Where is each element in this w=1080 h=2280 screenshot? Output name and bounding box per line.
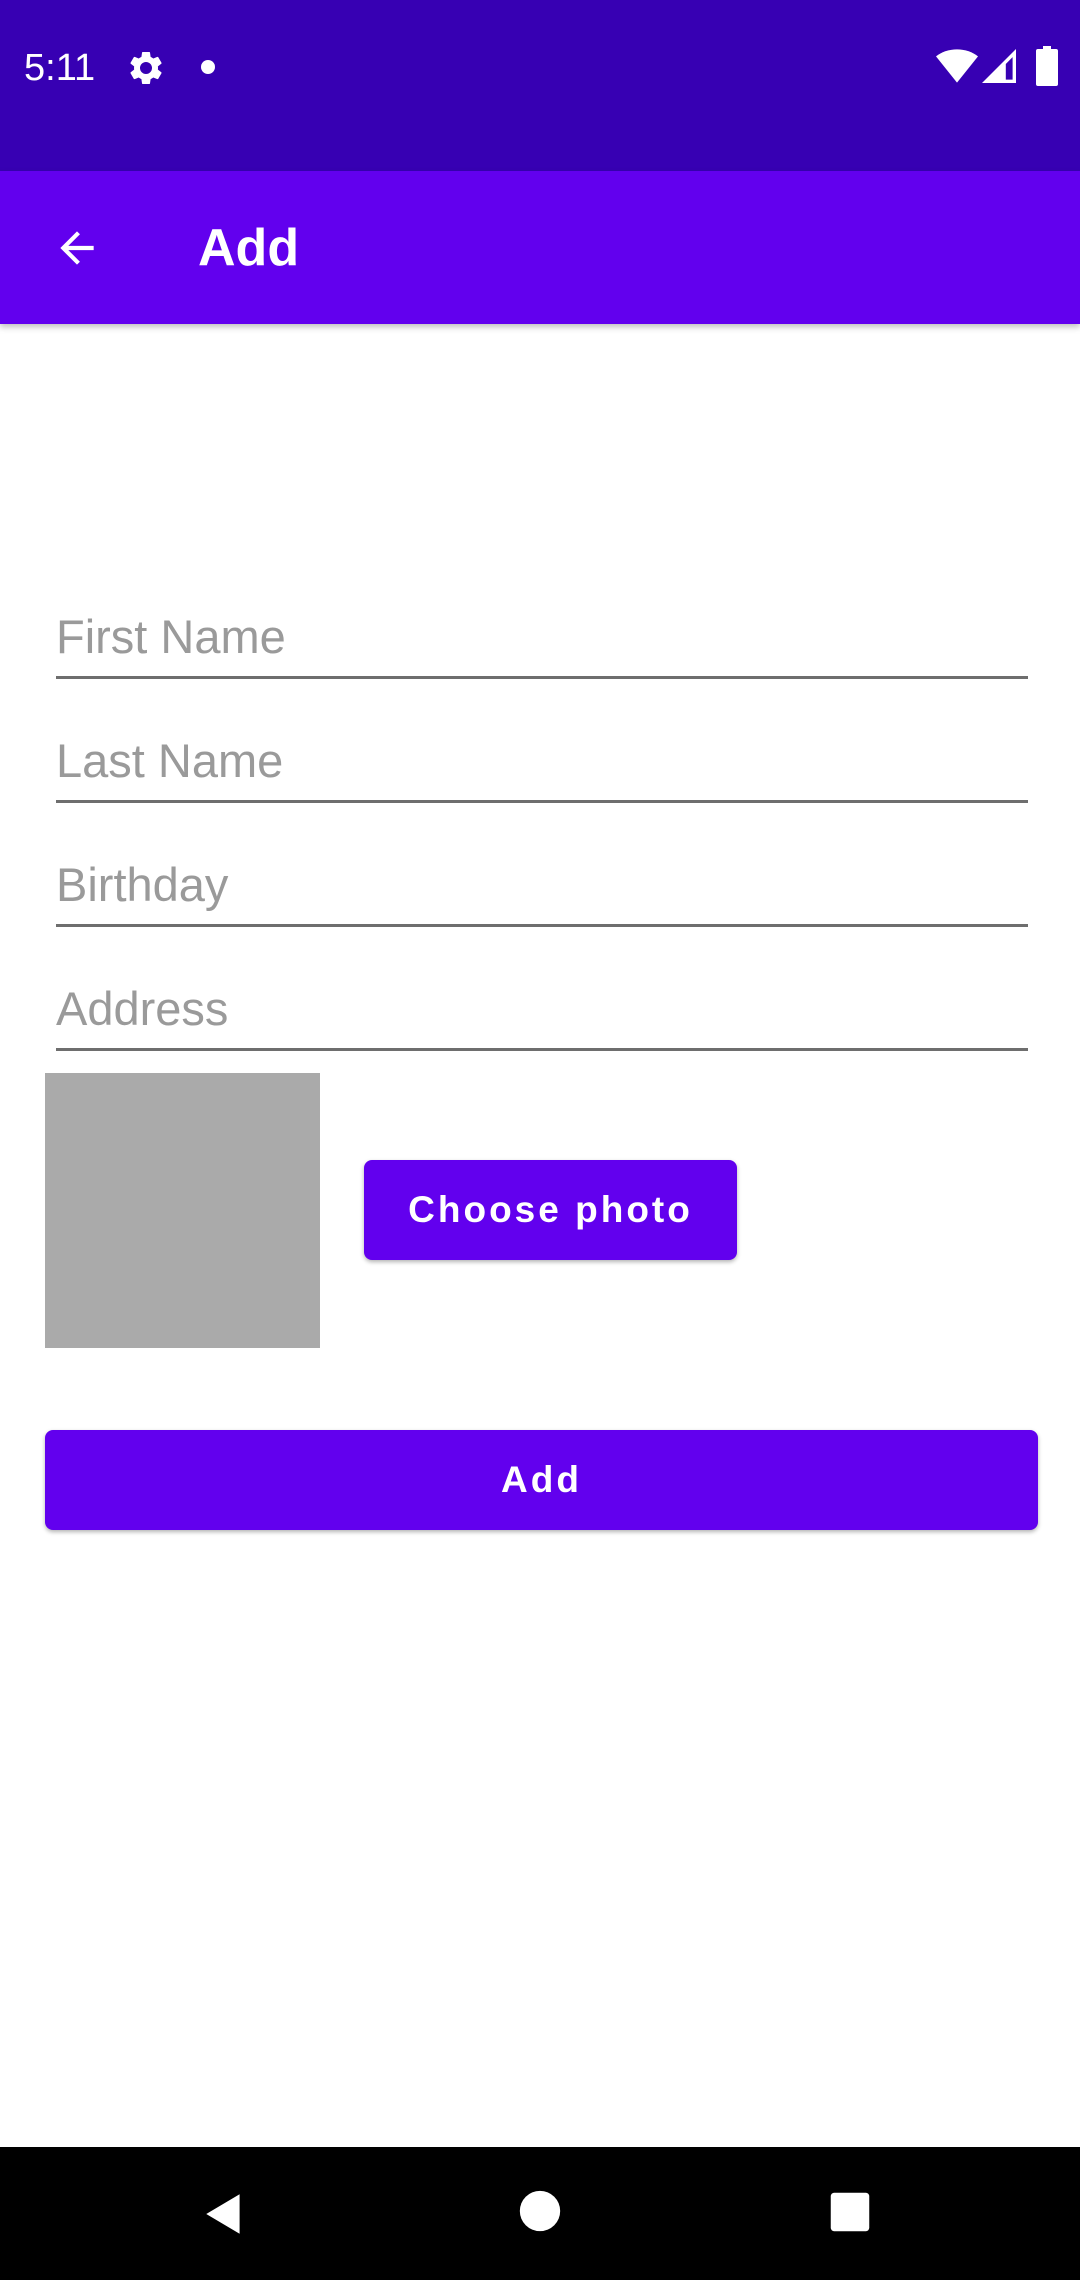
first-name-input[interactable] [56, 604, 1028, 668]
first-name-field [56, 596, 1028, 679]
status-time: 5:11 [24, 47, 96, 89]
nav-recents-icon[interactable] [829, 2191, 871, 2233]
address-field [56, 968, 1028, 1051]
signal-icon [982, 49, 1016, 83]
add-button-label: Add [501, 1459, 582, 1500]
last-name-field [56, 720, 1028, 803]
wifi-icon [936, 49, 978, 83]
choose-photo-label: Choose photo [408, 1189, 693, 1230]
nav-home-icon[interactable] [518, 2189, 562, 2233]
birthday-input[interactable] [56, 852, 1028, 916]
page-title: Add [198, 219, 300, 277]
address-input[interactable] [56, 976, 1028, 1040]
choose-photo-button[interactable]: Choose photo [364, 1160, 737, 1260]
nav-back-icon[interactable] [200, 2189, 250, 2239]
status-bar: 5:11 [0, 0, 1080, 171]
gear-icon [130, 51, 162, 84]
notification-dot-icon [201, 60, 215, 74]
add-button[interactable]: Add [45, 1430, 1038, 1530]
last-name-input[interactable] [56, 728, 1028, 792]
birthday-field [56, 844, 1028, 927]
navigation-bar [0, 2147, 1080, 2280]
back-button[interactable] [32, 203, 122, 293]
app-bar: Add [0, 171, 1080, 324]
photo-preview [45, 1073, 320, 1348]
battery-icon [1036, 46, 1058, 86]
arrow-back-icon [60, 231, 94, 265]
